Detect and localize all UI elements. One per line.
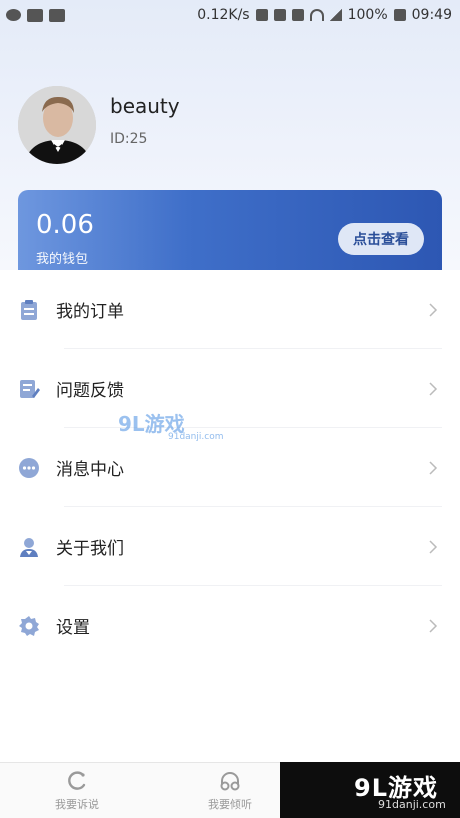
view-wallet-button[interactable]: 点击查看: [338, 223, 424, 255]
feedback-edit-icon: [20, 379, 40, 398]
status-bar: 0.12K/s 100% 09:49: [0, 0, 460, 30]
wechat-icon: [6, 9, 21, 21]
menu-label-orders: 我的订单: [56, 302, 124, 322]
menu-item-feedback[interactable]: 问题反馈: [0, 349, 460, 428]
headphones-icon: [220, 772, 240, 791]
activity-icon: [49, 8, 65, 22]
tab-label-listen: 我要倾听: [208, 798, 252, 811]
chevron-right-icon: [429, 302, 438, 317]
menu-item-messages[interactable]: 消息中心: [0, 428, 460, 507]
tab-speak[interactable]: 我要诉说: [22, 763, 132, 818]
tab-label-speak: 我要诉说: [55, 798, 99, 811]
chat-bubble-icon: [19, 457, 39, 478]
alarm-icon: [255, 9, 268, 21]
tab-listen[interactable]: 我要倾听: [175, 763, 285, 818]
chevron-right-icon: [429, 618, 438, 633]
gallery-icon: [27, 8, 43, 22]
menu-label-about: 关于我们: [56, 539, 124, 559]
brand-watermark: 9L游戏 91danji.com: [280, 762, 460, 818]
wallet-card: 0.06 我的钱包 点击查看: [18, 190, 442, 270]
brand-site: 91danji.com: [378, 798, 446, 811]
chevron-right-icon: [429, 381, 438, 396]
network-speed: 0.12K/s: [197, 7, 250, 23]
avatar[interactable]: [18, 86, 96, 164]
menu-item-orders[interactable]: 我的订单: [0, 270, 460, 349]
menu-item-about[interactable]: 关于我们: [0, 507, 460, 586]
clock: 09:49: [411, 7, 452, 23]
menu-label-settings: 设置: [56, 618, 90, 638]
nfc-icon: [273, 9, 286, 21]
wallet-label: 我的钱包: [36, 252, 89, 267]
menu-item-settings[interactable]: 设置: [0, 586, 460, 665]
gear-icon: [19, 615, 39, 636]
avatar-portrait: [18, 86, 96, 164]
battery-icon: [393, 9, 406, 21]
menu-label-feedback: 问题反馈: [56, 381, 124, 401]
chevron-right-icon: [429, 539, 438, 554]
speak-icon: [68, 771, 86, 790]
signal-icon: [329, 9, 342, 21]
battery-level: 100%: [347, 7, 388, 23]
menu-label-messages: 消息中心: [56, 460, 124, 480]
user-id: ID:25: [110, 131, 148, 147]
wifi-icon: [309, 9, 324, 21]
status-left: [6, 8, 65, 22]
menu-list: 我的订单 问题反馈 消息中心 关于我们 设置: [0, 270, 460, 665]
about-people-icon: [20, 537, 38, 557]
username: beauty: [110, 94, 180, 118]
mute-icon: [291, 9, 304, 21]
watermark-url: 91danji.com: [168, 432, 224, 442]
status-right: 0.12K/s 100% 09:49: [197, 7, 452, 23]
wallet-balance: 0.06: [36, 210, 94, 240]
clipboard-icon: [21, 299, 37, 320]
chevron-right-icon: [429, 460, 438, 475]
